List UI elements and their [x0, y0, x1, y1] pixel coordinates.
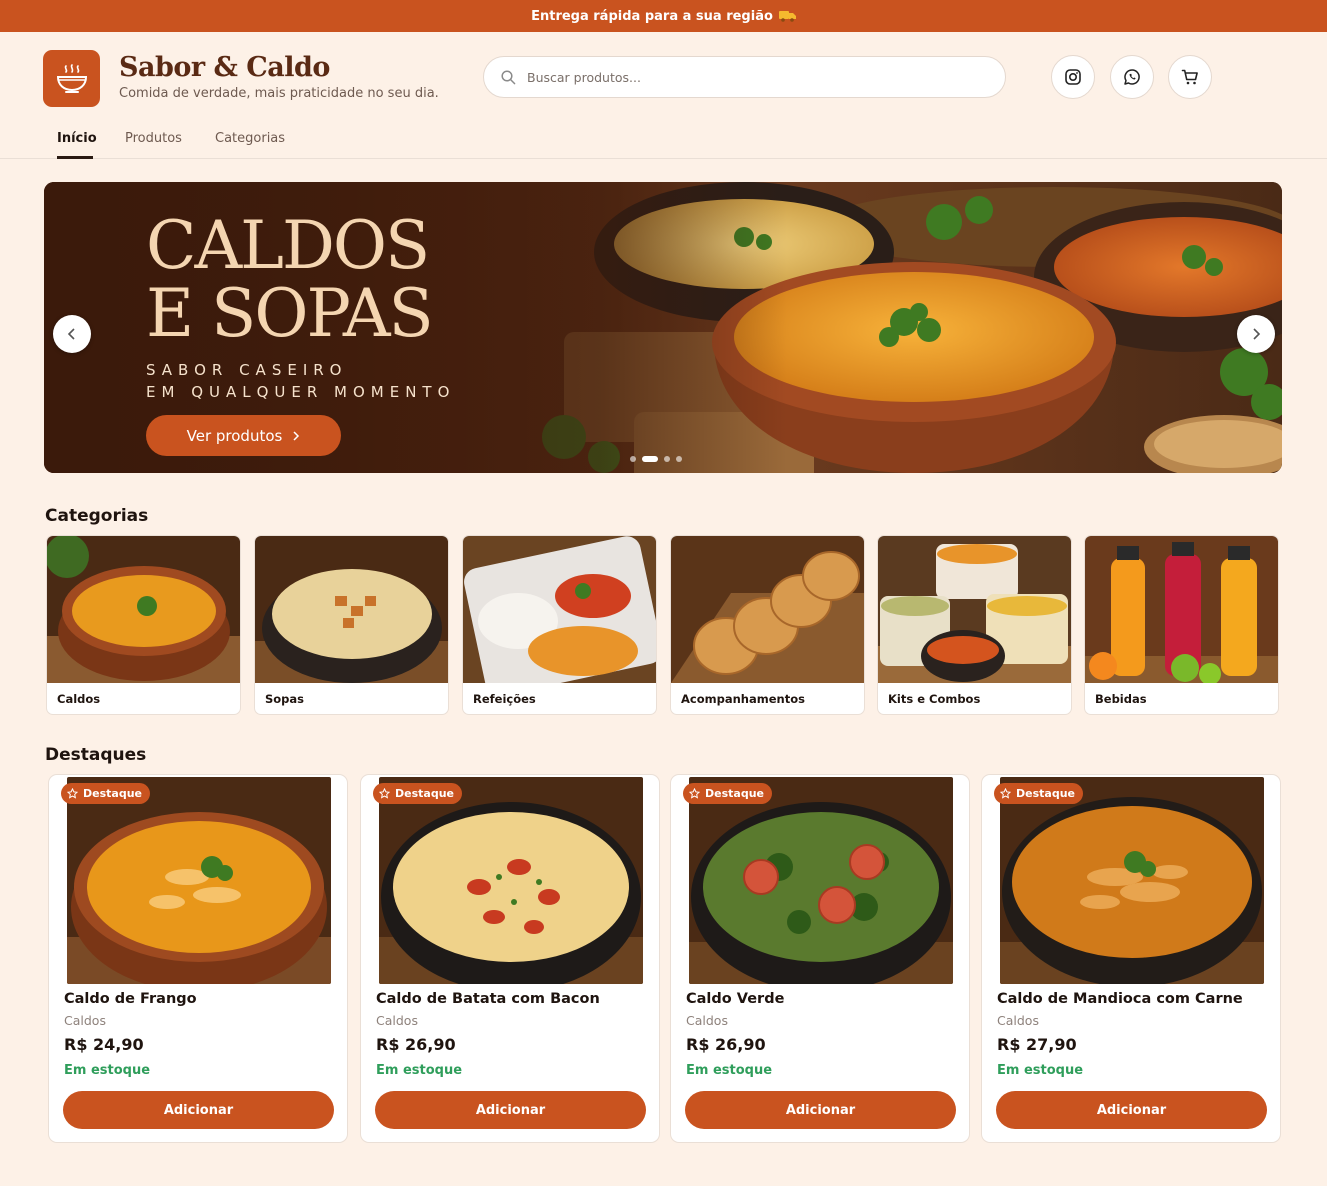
- caldo-frango-image: [67, 777, 331, 984]
- nav-active-indicator: [57, 156, 93, 159]
- caldos-image: [47, 536, 240, 683]
- product-card[interactable]: Destaque Caldo de Batata com Bacon Caldo…: [360, 774, 660, 1143]
- category-card-caldos[interactable]: Caldos: [46, 535, 241, 715]
- logo[interactable]: [43, 50, 100, 107]
- caldo-mandioca-carne-image: [1000, 777, 1264, 984]
- carousel-dot[interactable]: [676, 456, 682, 462]
- announcement-bar: Entrega rápida para a sua região: [0, 0, 1327, 32]
- stock-status: Em estoque: [64, 1063, 151, 1078]
- whatsapp-icon: [1124, 69, 1140, 85]
- brand-name: Sabor & Caldo: [119, 52, 330, 83]
- caldo-batata-bacon-image: [379, 777, 643, 984]
- badge-label: Destaque: [1016, 787, 1075, 800]
- product-category: Caldos: [376, 1013, 418, 1028]
- badge-label: Destaque: [705, 787, 764, 800]
- carousel-dot[interactable]: [664, 456, 670, 462]
- product-price: R$ 26,90: [686, 1035, 766, 1054]
- featured-badge: Destaque: [373, 783, 462, 804]
- category-label: Kits e Combos: [888, 692, 981, 706]
- product-category: Caldos: [686, 1013, 728, 1028]
- instagram-button[interactable]: [1051, 55, 1095, 99]
- star-icon: [67, 788, 78, 799]
- featured-badge: Destaque: [61, 783, 150, 804]
- product-price: R$ 26,90: [376, 1035, 456, 1054]
- star-icon: [1000, 788, 1011, 799]
- stock-status: Em estoque: [376, 1063, 463, 1078]
- search-bar[interactable]: [483, 56, 1006, 98]
- carousel-dot-active[interactable]: [642, 456, 658, 462]
- add-to-cart-button[interactable]: Adicionar: [63, 1091, 334, 1129]
- product-price: R$ 24,90: [64, 1035, 144, 1054]
- carousel-prev-button[interactable]: [53, 315, 91, 353]
- product-name[interactable]: Caldo Verde: [686, 991, 784, 1007]
- hero-subtitle: SABOR CASEIRO EM QUALQUER MOMENTO: [146, 361, 456, 401]
- truck-icon: [778, 10, 796, 22]
- category-card-acompanhamentos[interactable]: Acompanhamentos: [670, 535, 865, 715]
- cart-button[interactable]: [1168, 55, 1212, 99]
- add-to-cart-button[interactable]: Adicionar: [375, 1091, 646, 1129]
- chevron-right-icon: [293, 430, 300, 441]
- add-to-cart-button[interactable]: Adicionar: [685, 1091, 956, 1129]
- chevron-right-icon: [1253, 328, 1261, 340]
- featured-badge: Destaque: [683, 783, 772, 804]
- badge-label: Destaque: [83, 787, 142, 800]
- category-label: Refeições: [473, 692, 536, 706]
- nav-item-produtos[interactable]: Produtos: [125, 131, 182, 146]
- hero-title: CALDOS E SOPAS: [146, 207, 434, 352]
- view-products-label: Ver produtos: [186, 426, 283, 445]
- category-label: Acompanhamentos: [681, 692, 805, 706]
- refeicoes-image: [463, 536, 656, 696]
- category-label: Caldos: [57, 692, 101, 706]
- category-label: Sopas: [265, 692, 305, 706]
- categories-title: Categorias: [45, 506, 149, 526]
- acompanhamentos-image: [671, 536, 864, 683]
- carousel-next-button[interactable]: [1237, 315, 1275, 353]
- carousel-dots: [630, 456, 682, 462]
- nav-item-inicio[interactable]: Início: [57, 131, 97, 146]
- stock-status: Em estoque: [997, 1063, 1084, 1078]
- cart-icon: [1181, 69, 1198, 85]
- product-category: Caldos: [64, 1013, 106, 1028]
- badge-label: Destaque: [395, 787, 454, 800]
- main-nav: Início Produtos Categorias: [0, 120, 1327, 159]
- sopas-image: [255, 536, 448, 683]
- product-price: R$ 27,90: [997, 1035, 1077, 1054]
- category-card-refeicoes[interactable]: Refeições: [462, 535, 657, 715]
- stock-status: Em estoque: [686, 1063, 773, 1078]
- product-card[interactable]: Destaque Caldo de Mandioca com Carne Cal…: [981, 774, 1281, 1143]
- add-to-cart-button[interactable]: Adicionar: [996, 1091, 1267, 1129]
- bebidas-image: [1085, 536, 1278, 685]
- category-label: Bebidas: [1095, 692, 1147, 706]
- nav-item-categorias[interactable]: Categorias: [215, 131, 285, 146]
- view-products-button[interactable]: Ver produtos: [146, 415, 341, 456]
- product-card[interactable]: Destaque Caldo Verde Caldos R$ 26,90 Em …: [670, 774, 970, 1143]
- product-category: Caldos: [997, 1013, 1039, 1028]
- category-card-kits-combos[interactable]: Kits e Combos: [877, 535, 1072, 715]
- star-icon: [379, 788, 390, 799]
- featured-badge: Destaque: [994, 783, 1083, 804]
- instagram-icon: [1065, 69, 1081, 85]
- whatsapp-button[interactable]: [1110, 55, 1154, 99]
- product-name[interactable]: Caldo de Mandioca com Carne: [997, 991, 1243, 1007]
- category-card-bebidas[interactable]: Bebidas: [1084, 535, 1279, 715]
- announcement-text: Entrega rápida para a sua região: [531, 8, 773, 24]
- hero-banner: CALDOS E SOPAS SABOR CASEIRO EM QUALQUER…: [44, 182, 1282, 473]
- category-card-sopas[interactable]: Sopas: [254, 535, 449, 715]
- search-icon: [501, 69, 516, 84]
- kits-combos-image: [878, 536, 1071, 683]
- featured-title: Destaques: [45, 745, 147, 765]
- brand-tagline: Comida de verdade, mais praticidade no s…: [119, 86, 439, 101]
- product-card[interactable]: Destaque Caldo de Frango Caldos R$ 24,90…: [48, 774, 348, 1143]
- product-name[interactable]: Caldo de Batata com Bacon: [376, 991, 600, 1007]
- search-input[interactable]: [527, 69, 967, 85]
- product-name[interactable]: Caldo de Frango: [64, 991, 197, 1007]
- caldo-verde-image: [689, 777, 953, 984]
- star-icon: [689, 788, 700, 799]
- soup-bowl-icon: [56, 63, 87, 93]
- carousel-dot[interactable]: [630, 456, 636, 462]
- chevron-left-icon: [67, 328, 75, 340]
